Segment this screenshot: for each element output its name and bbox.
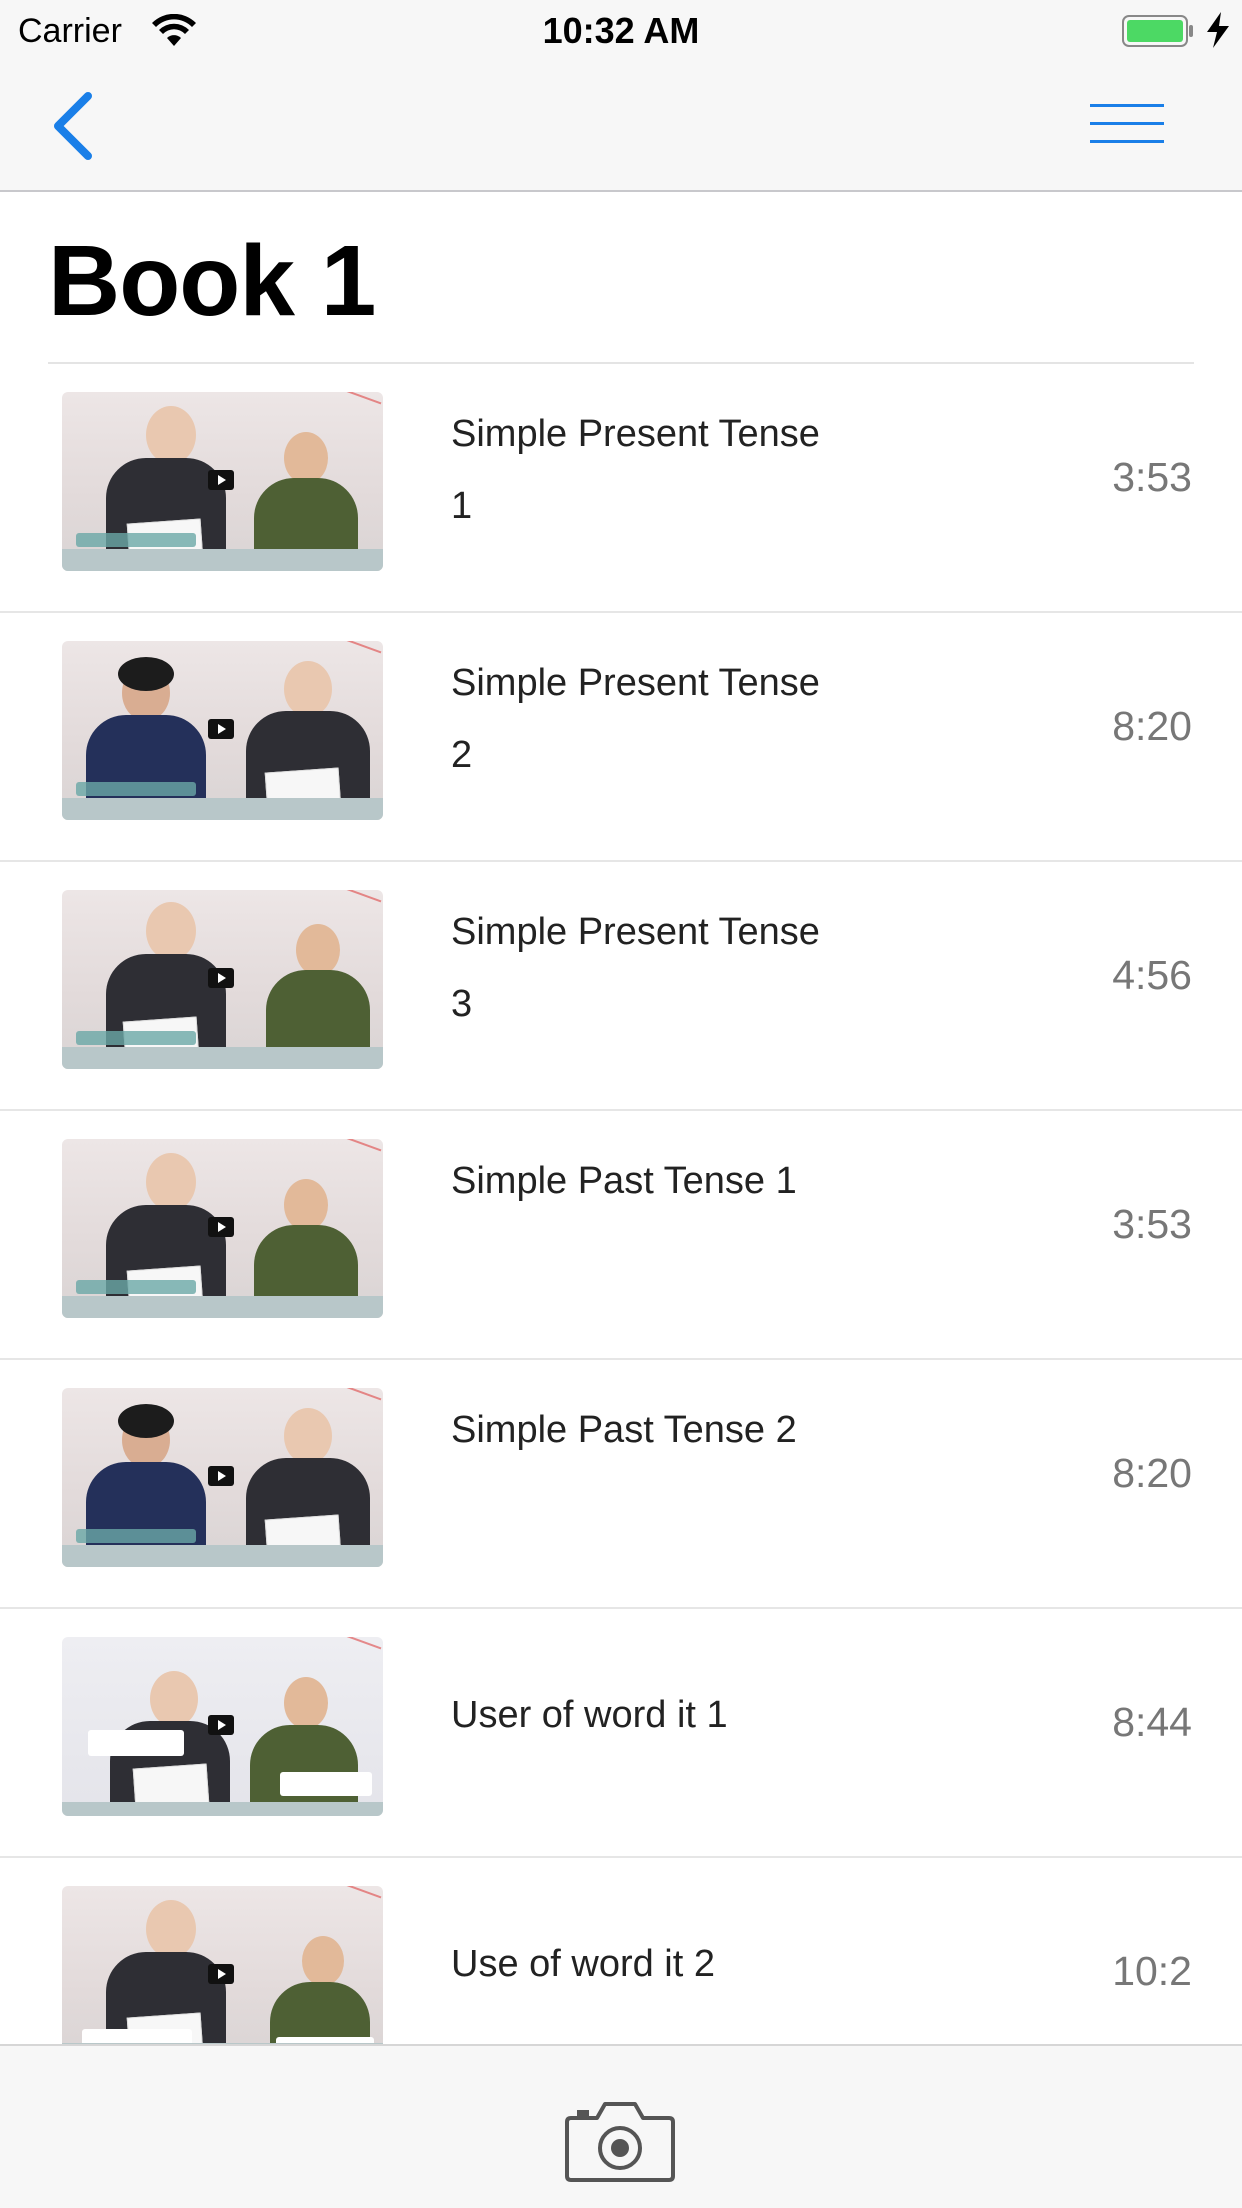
status-time: 10:32 AM [542,10,700,51]
video-thumbnail [62,392,383,571]
play-icon [208,968,234,988]
lesson-duration: 3:53 [1112,454,1192,500]
lesson-duration: 8:20 [1112,703,1192,749]
lesson-row[interactable]: User of word it 1 8:44 [0,1609,1242,1858]
lesson-title: Use of word it 2 [451,1943,715,1985]
lesson-row[interactable]: Simple Past Tense 1 3:53 [0,1111,1242,1360]
camera-icon[interactable] [563,2100,677,2184]
video-thumbnail [62,1139,383,1318]
play-icon [208,1217,234,1237]
video-thumbnail [62,1637,383,1816]
lesson-duration: 10:2 [1112,1948,1192,1994]
lesson-duration: 3:53 [1112,1201,1192,1247]
chevron-left-icon[interactable] [46,90,102,162]
lesson-title: Simple Present Tense 1 [451,413,820,527]
hamburger-menu-icon[interactable] [1090,98,1164,148]
lesson-list-screen: Book 1 Simple Present Tense 1 3:53 Simpl… [0,192,1242,2044]
video-thumbnail [62,1886,383,2044]
battery-icon [1122,15,1193,47]
play-icon [208,1964,234,1984]
lesson-title: Simple Past Tense 2 [451,1409,797,1451]
lesson-row[interactable]: Simple Present Tense 2 8:20 [0,613,1242,862]
video-thumbnail [62,890,383,1069]
play-icon [208,470,234,490]
lesson-duration: 8:20 [1112,1450,1192,1496]
lesson-duration: 4:56 [1112,952,1192,998]
lesson-title: Simple Past Tense 1 [451,1160,797,1202]
lesson-title: Simple Present Tense 3 [451,911,820,1025]
video-thumbnail [62,641,383,820]
lesson-title: Simple Present Tense 2 [451,662,820,776]
lesson-list: Simple Present Tense 1 3:53 Simple Prese… [0,364,1242,2044]
page-title: Book 1 [48,225,376,337]
play-icon [208,1466,234,1486]
navigation-bar [0,60,1242,192]
lesson-duration: 8:44 [1112,1699,1192,1745]
play-icon [208,1715,234,1735]
status-bar: Carrier 10:32 AM [0,0,1242,60]
lesson-row[interactable]: Simple Present Tense 1 3:53 [0,364,1242,613]
lesson-row[interactable]: Simple Past Tense 2 8:20 [0,1360,1242,1609]
lesson-title: User of word it 1 [451,1694,728,1736]
play-icon [208,719,234,739]
bottom-toolbar [0,2044,1242,2208]
lesson-row[interactable]: Use of word it 2 10:2 [0,1858,1242,2044]
charging-bolt-icon [1207,12,1229,48]
video-thumbnail [62,1388,383,1567]
lesson-row[interactable]: Simple Present Tense 3 4:56 [0,862,1242,1111]
